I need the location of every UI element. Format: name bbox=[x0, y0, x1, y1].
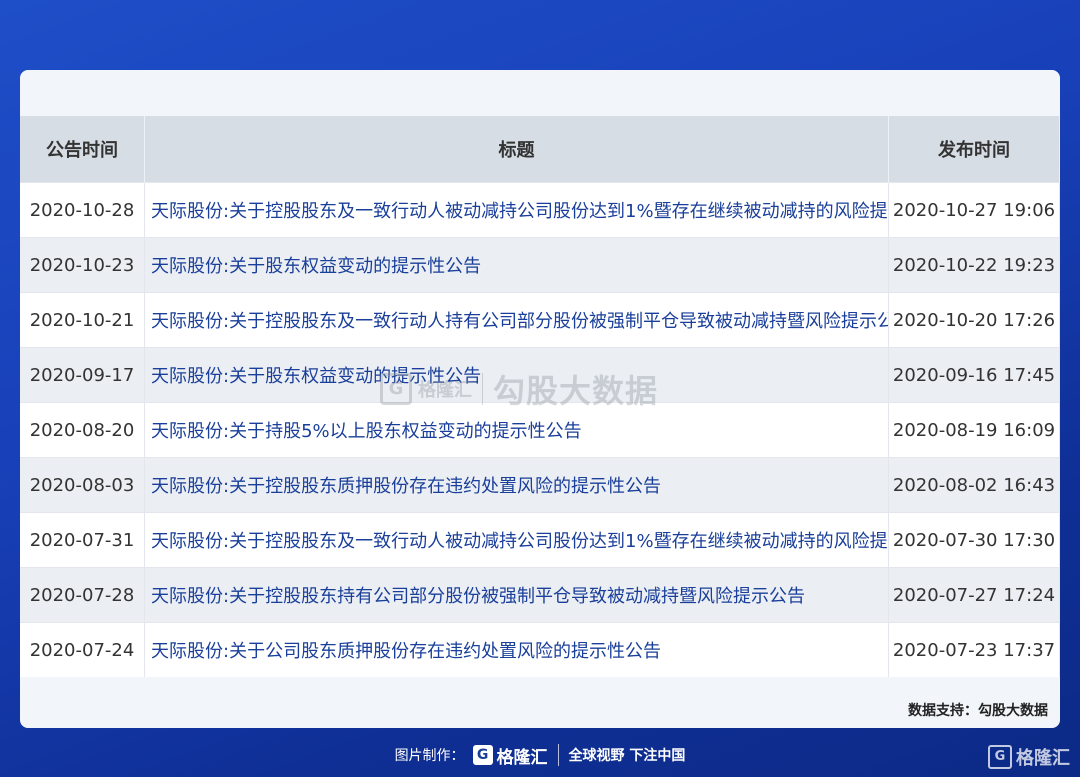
header-title: 标题 bbox=[144, 116, 889, 183]
footer-slogan: 全球视野 下注中国 bbox=[568, 748, 686, 764]
publish-time: 2020-09-16 17:45 bbox=[888, 347, 1060, 403]
announcement-title-link[interactable]: 天际股份:关于控股股东及一致行动人持有公司部分股份被强制平仓导致被动减持暨风险提… bbox=[144, 292, 889, 348]
announcement-date: 2020-08-20 bbox=[20, 402, 145, 458]
table-row: 2020-07-28 天际股份:关于控股股东持有公司部分股份被强制平仓导致被动减… bbox=[20, 567, 1060, 623]
publish-time: 2020-08-19 16:09 bbox=[888, 402, 1060, 458]
announcement-title-link[interactable]: 天际股份:关于控股股东质押股份存在违约处置风险的提示性公告 bbox=[144, 457, 889, 513]
footer: 图片制作： G 格隆汇 全球视野 下注中国 bbox=[0, 738, 1080, 772]
announcement-title-link[interactable]: 天际股份:关于公司股东质押股份存在违约处置风险的提示性公告 bbox=[144, 622, 889, 677]
table-row: 2020-08-03 天际股份:关于控股股东质押股份存在违约处置风险的提示性公告… bbox=[20, 457, 1060, 513]
announcement-date: 2020-07-31 bbox=[20, 512, 145, 568]
announcement-table: 公告时间 标题 发布时间 2020-10-28 天际股份:关于控股股东及一致行动… bbox=[20, 116, 1060, 677]
data-source-note: 数据支持：勾股大数据 bbox=[908, 703, 1048, 719]
table-header-row: 公告时间 标题 发布时间 bbox=[20, 116, 1060, 183]
footer-logo-text: 格隆汇 bbox=[496, 747, 548, 768]
footer-made-by-label: 图片制作： bbox=[394, 748, 465, 764]
header-publish-time: 发布时间 bbox=[888, 116, 1060, 183]
announcement-title-link[interactable]: 天际股份:关于控股股东持有公司部分股份被强制平仓导致被动减持暨风险提示公告 bbox=[144, 567, 889, 623]
table-row: 2020-09-17 天际股份:关于股东权益变动的提示性公告 2020-09-1… bbox=[20, 347, 1060, 403]
table-row: 2020-10-21 天际股份:关于控股股东及一致行动人持有公司部分股份被强制平… bbox=[20, 292, 1060, 348]
announcement-date: 2020-07-28 bbox=[20, 567, 145, 623]
announcement-card: 公告时间 标题 发布时间 2020-10-28 天际股份:关于控股股东及一致行动… bbox=[20, 70, 1060, 728]
publish-time: 2020-10-20 17:26 bbox=[888, 292, 1060, 348]
corner-logo: G 格隆汇 bbox=[988, 744, 1070, 770]
announcement-date: 2020-08-03 bbox=[20, 457, 145, 513]
announcement-date: 2020-10-21 bbox=[20, 292, 145, 348]
publish-time: 2020-08-02 16:43 bbox=[888, 457, 1060, 513]
announcement-date: 2020-10-28 bbox=[20, 182, 145, 238]
table-row: 2020-07-24 天际股份:关于公司股东质押股份存在违约处置风险的提示性公告… bbox=[20, 622, 1060, 677]
announcement-title-link[interactable]: 天际股份:关于股东权益变动的提示性公告 bbox=[144, 347, 889, 403]
table-row: 2020-10-28 天际股份:关于控股股东及一致行动人被动减持公司股份达到1%… bbox=[20, 182, 1060, 238]
announcement-date: 2020-09-17 bbox=[20, 347, 145, 403]
announcement-date: 2020-07-24 bbox=[20, 622, 145, 677]
publish-time: 2020-10-27 19:06 bbox=[888, 182, 1060, 238]
announcement-title-link[interactable]: 天际股份:关于控股股东及一致行动人被动减持公司股份达到1%暨存在继续被动减持的风… bbox=[144, 512, 889, 568]
publish-time: 2020-07-23 17:37 bbox=[888, 622, 1060, 677]
corner-logo-text: 格隆汇 bbox=[1016, 748, 1070, 769]
corner-logo-icon: G bbox=[988, 745, 1012, 769]
announcement-title-link[interactable]: 天际股份:关于控股股东及一致行动人被动减持公司股份达到1%暨存在继续被动减持的风… bbox=[144, 182, 889, 238]
publish-time: 2020-07-30 17:30 bbox=[888, 512, 1060, 568]
publish-time: 2020-07-27 17:24 bbox=[888, 567, 1060, 623]
publish-time: 2020-10-22 19:23 bbox=[888, 237, 1060, 293]
header-date: 公告时间 bbox=[20, 116, 145, 183]
table-row: 2020-07-31 天际股份:关于控股股东及一致行动人被动减持公司股份达到1%… bbox=[20, 512, 1060, 568]
table-row: 2020-08-20 天际股份:关于持股5%以上股东权益变动的提示性公告 202… bbox=[20, 402, 1060, 458]
announcement-date: 2020-10-23 bbox=[20, 237, 145, 293]
footer-divider bbox=[557, 744, 559, 766]
announcement-title-link[interactable]: 天际股份:关于股东权益变动的提示性公告 bbox=[144, 237, 889, 293]
announcement-title-link[interactable]: 天际股份:关于持股5%以上股东权益变动的提示性公告 bbox=[144, 402, 889, 458]
table-row: 2020-10-23 天际股份:关于股东权益变动的提示性公告 2020-10-2… bbox=[20, 237, 1060, 293]
footer-logo-icon: G bbox=[472, 745, 493, 765]
